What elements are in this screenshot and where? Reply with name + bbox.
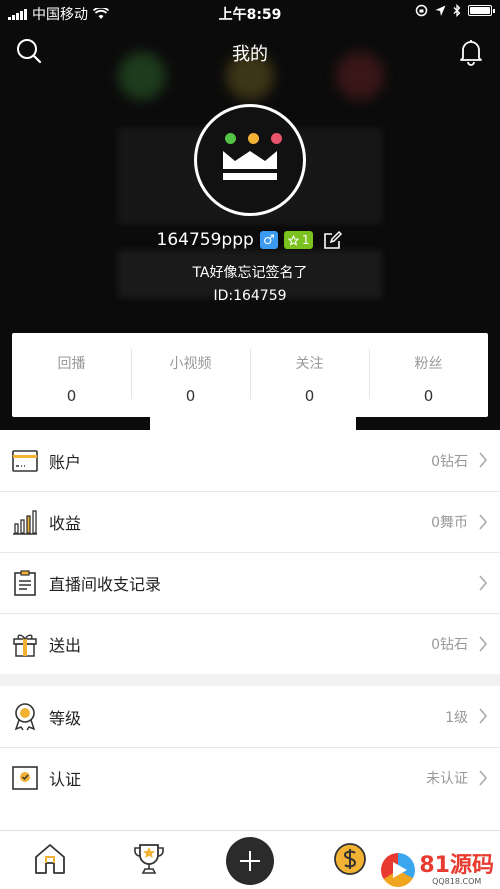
coin-icon[interactable] — [332, 841, 368, 877]
menu-item-level[interactable]: 等级 1级 — [0, 686, 500, 747]
chevron-right-icon — [479, 708, 488, 724]
edit-icon[interactable] — [323, 230, 343, 250]
stat-short-videos[interactable]: 小视频 0 — [131, 333, 250, 417]
battery-icon — [468, 5, 495, 16]
menu-value: 1级 — [445, 709, 468, 726]
crown-icon — [223, 151, 277, 180]
avatar[interactable] — [194, 104, 306, 216]
star-icon — [287, 234, 299, 246]
chevron-right-icon — [479, 514, 488, 530]
site-watermark: 81源码 QQ818.COM — [381, 853, 494, 887]
menu-group-account: 账户 0钻石 收益 0舞币 直播间收支记录 送出 0钻石 — [0, 430, 500, 674]
gender-badge: ♂ — [259, 231, 278, 249]
status-bar: 中国移动 上午8:59 — [0, 0, 500, 26]
status-right — [415, 4, 495, 17]
menu-group-profile: 等级 1级 认证 未认证 — [0, 686, 500, 836]
chevron-right-icon — [479, 636, 488, 652]
menu-item-earnings[interactable]: 收益 0舞币 — [0, 491, 500, 552]
bar-chart-icon — [12, 509, 38, 535]
card-icon — [12, 448, 38, 474]
add-button[interactable] — [226, 837, 274, 885]
menu-item-verification[interactable]: 认证 未认证 — [0, 747, 500, 808]
menu-label: 收益 — [49, 514, 82, 533]
stat-value: 0 — [66, 387, 77, 405]
medal-icon — [12, 702, 38, 730]
menu-item-account[interactable]: 账户 0钻石 — [0, 430, 500, 491]
stat-following[interactable]: 关注 0 — [250, 333, 369, 417]
home-icon[interactable] — [32, 841, 68, 877]
stat-fans[interactable]: 粉丝 0 — [369, 333, 488, 417]
user-id: ID:164759 — [213, 288, 287, 304]
menu-label: 认证 — [49, 770, 82, 789]
stat-label: 回播 — [57, 356, 86, 372]
username-row: 164759ppp ♂ 1 — [0, 230, 500, 250]
stat-label: 关注 — [295, 356, 324, 372]
gift-icon — [12, 631, 38, 657]
watermark-subtext: QQ818.COM — [432, 876, 482, 886]
tab-bar: 81源码 QQ818.COM — [0, 830, 500, 889]
avatar-dots — [225, 133, 282, 144]
menu-value: 0钻石 — [431, 637, 468, 653]
bluetooth-icon — [453, 4, 461, 17]
menu-label: 账户 — [49, 452, 82, 472]
stat-label: 小视频 — [169, 356, 212, 372]
location-icon — [435, 5, 446, 16]
rotation-lock-icon — [415, 4, 428, 17]
watermark-text: 81源码 — [419, 852, 494, 878]
stat-value: 0 — [185, 387, 196, 405]
stat-replay[interactable]: 回播 0 — [12, 333, 131, 417]
stats-card: 回播 0 小视频 0 关注 0 粉丝 0 — [12, 333, 488, 417]
certificate-icon — [12, 765, 38, 791]
menu-label: 等级 — [49, 708, 82, 728]
nav-bar: 我的 — [0, 32, 500, 72]
level-badge-value: 1 — [301, 233, 310, 247]
bell-icon[interactable] — [458, 38, 484, 66]
trophy-icon[interactable] — [131, 841, 167, 877]
stat-value: 0 — [304, 387, 315, 405]
play-logo-icon — [381, 853, 416, 887]
username: 164759ppp — [156, 230, 254, 250]
menu-item-sent[interactable]: 送出 0钻石 — [0, 613, 500, 674]
page-title: 我的 — [232, 44, 268, 65]
menu-value: 0钻石 — [431, 453, 468, 470]
stat-label: 粉丝 — [414, 356, 443, 372]
clipboard-icon — [12, 570, 38, 596]
chevron-right-icon — [479, 770, 488, 786]
menu-label: 直播间收支记录 — [49, 575, 162, 594]
signature: TA好像忘记签名了 — [192, 265, 308, 281]
chevron-right-icon — [479, 575, 488, 591]
level-badge: 1 — [283, 231, 314, 249]
menu-value: 0舞币 — [431, 515, 468, 531]
stats-card-tab — [150, 416, 356, 430]
chevron-right-icon — [479, 452, 488, 468]
stat-value: 0 — [423, 387, 434, 405]
menu-label: 送出 — [49, 636, 82, 655]
menu-value: 未认证 — [426, 771, 468, 787]
menu-item-live-records[interactable]: 直播间收支记录 — [0, 552, 500, 613]
